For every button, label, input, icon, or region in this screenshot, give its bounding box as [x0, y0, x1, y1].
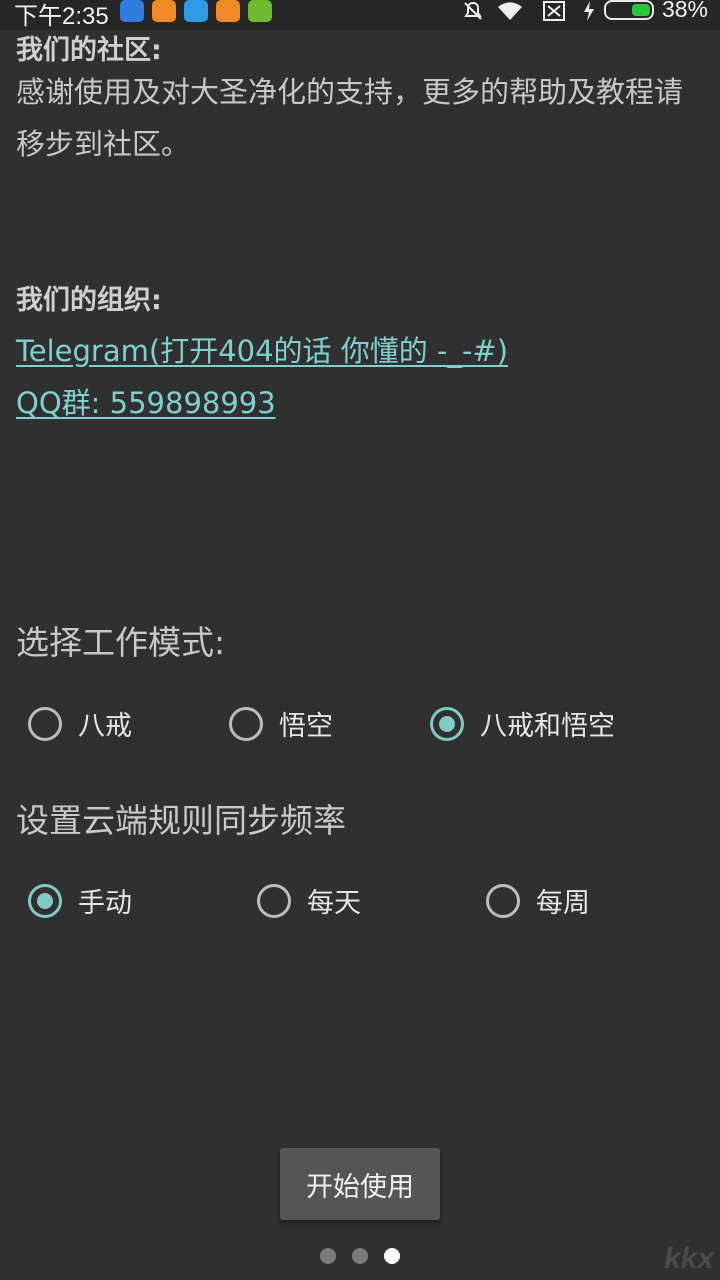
status-bar: 下午2:35 38%	[0, 0, 720, 30]
radio-button-icon[interactable]	[486, 883, 520, 918]
pager-dot	[352, 1248, 368, 1264]
weibo-app-icon	[152, 0, 176, 22]
wifi-icon	[496, 0, 524, 26]
radio-button-icon[interactable]	[28, 706, 62, 741]
battery-icon	[604, 0, 654, 20]
organization-heading: 我们的组织:	[16, 285, 162, 316]
community-heading: 我们的社区:	[16, 35, 162, 66]
work-mode-option-label: 悟空	[279, 711, 333, 742]
work-mode-option-wukong[interactable]: 悟空	[229, 704, 333, 743]
sync-option-label: 每天	[307, 888, 361, 919]
work-mode-option-label: 八戒和悟空	[480, 711, 615, 742]
qq-group-link[interactable]: QQ群: 559898993	[16, 380, 276, 422]
sync-option-weekly[interactable]: 每周	[486, 881, 590, 920]
watermark-logo: kkx	[663, 1242, 714, 1275]
sync-frequency-title: 设置云端规则同步频率	[16, 801, 346, 840]
phone-app-icon	[248, 0, 272, 22]
bird-app-icon	[184, 0, 208, 22]
radio-button-checked-icon[interactable]	[28, 883, 62, 918]
start-button[interactable]: 开始使用	[280, 1148, 440, 1220]
work-mode-option-both[interactable]: 八戒和悟空	[430, 704, 615, 743]
status-time: 下午2:35	[14, 3, 109, 30]
radio-button-icon[interactable]	[257, 883, 291, 918]
sync-option-label: 手动	[78, 888, 132, 919]
battery-percent: 38%	[661, 0, 708, 22]
battery-fill	[632, 4, 650, 16]
radio-button-icon[interactable]	[229, 706, 263, 741]
community-text: 感谢使用及对大圣净化的支持，更多的帮助及教程请移步到社区。	[16, 75, 684, 161]
shield-app-icon	[120, 0, 144, 22]
sync-option-manual[interactable]: 手动	[28, 881, 132, 920]
pager-dot-active	[384, 1248, 400, 1264]
work-mode-title: 选择工作模式:	[16, 623, 226, 662]
screen: 下午2:35 38% 我们的社区: 感谢使用及对大圣净化的支持，更多的帮助及教程…	[0, 0, 720, 1280]
telegram-link[interactable]: Telegram(打开404的话 你懂的 -_-#)	[16, 328, 508, 370]
radio-button-checked-icon[interactable]	[430, 706, 464, 741]
charging-icon	[582, 0, 596, 26]
no-sim-icon	[542, 0, 566, 26]
work-mode-option-label: 八戒	[78, 711, 132, 742]
work-mode-option-bajie[interactable]: 八戒	[28, 704, 132, 743]
sync-option-label: 每周	[536, 888, 590, 919]
weibo-app-icon	[216, 0, 240, 22]
pager-dot	[320, 1248, 336, 1264]
mute-icon	[462, 0, 484, 26]
sync-option-daily[interactable]: 每天	[257, 881, 361, 920]
